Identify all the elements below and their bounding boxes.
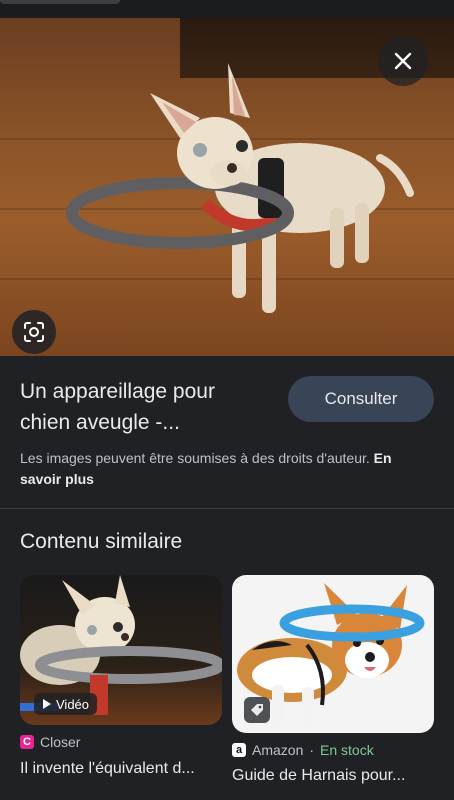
source-name: Amazon — [252, 742, 304, 758]
similar-title[interactable]: Il invente l'équivalent d... — [20, 760, 220, 778]
separator-dot: · — [309, 742, 315, 758]
availability-label: En stock — [320, 742, 374, 758]
similar-card-amazon[interactable] — [232, 575, 434, 733]
shopping-tag-badge — [244, 697, 270, 723]
source-name: Closer — [40, 734, 81, 750]
similar-card-closer[interactable]: Vidéo — [20, 575, 222, 725]
similar-title[interactable]: Guide de Harnais pour... — [232, 767, 432, 785]
similar-thumbnail[interactable] — [232, 575, 434, 733]
google-lens-icon — [24, 322, 44, 342]
google-lens-button[interactable] — [12, 310, 56, 354]
similar-heading: Contenu similaire — [20, 530, 183, 553]
source-closer: C Closer — [20, 734, 80, 750]
video-badge: Vidéo — [34, 693, 98, 715]
play-icon — [43, 699, 51, 709]
close-icon — [394, 52, 412, 70]
similar-thumbnail[interactable]: Vidéo — [20, 575, 222, 725]
main-image[interactable] — [0, 18, 454, 356]
source-amazon: a Amazon · En stock — [232, 742, 374, 758]
copyright-notice: Les images peuvent être soumises à des d… — [20, 448, 430, 490]
close-button[interactable] — [378, 36, 428, 86]
copyright-text: Les images peuvent être soumises à des d… — [20, 450, 370, 466]
closer-favicon: C — [20, 735, 34, 749]
result-title[interactable]: Un appareillage pour chien aveugle -... — [20, 376, 270, 438]
amazon-favicon: a — [232, 743, 246, 757]
tag-icon — [251, 704, 263, 716]
status-strip — [0, 0, 454, 18]
video-badge-label: Vidéo — [56, 696, 90, 712]
consult-button[interactable]: Consulter — [288, 376, 434, 422]
divider — [0, 508, 454, 509]
